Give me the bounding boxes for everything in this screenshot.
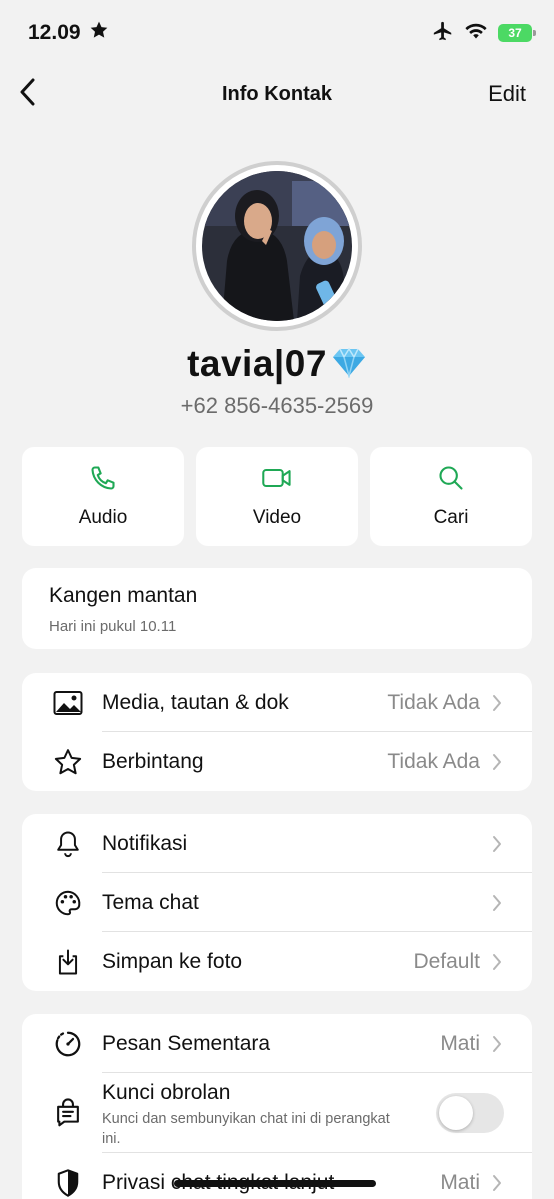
starred-row[interactable]: Berbintang Tidak Ada [22, 732, 532, 791]
nav-bar: Info Kontak Edit [0, 72, 554, 116]
video-icon [261, 464, 293, 497]
battery-level: 37 [508, 26, 522, 40]
row-value: Mati [440, 1170, 480, 1194]
row-label: Notifikasi [102, 831, 188, 855]
chevron-right-icon [490, 752, 504, 772]
row-value: Tidak Ada [387, 749, 480, 773]
contact-name: tavia|07 [187, 343, 327, 384]
privacy-section: Pesan Sementara Mati Kunci obrolan Kunci… [22, 1014, 532, 1199]
about-timestamp: Hari ini pukul 10.11 [49, 618, 177, 635]
row-label: Pesan Sementara [102, 1031, 271, 1055]
airplane-icon [432, 20, 454, 47]
about-text: Kangen mantan [49, 584, 198, 607]
row-value: Default [413, 949, 480, 973]
profile-photo [202, 171, 352, 321]
battery-indicator: 37 [498, 24, 536, 42]
settings-section: Notifikasi Tema chat Simpan ke foto Defa… [22, 814, 532, 991]
row-label: Simpan ke foto [102, 949, 243, 973]
diamond-icon [331, 346, 367, 383]
chevron-right-icon [490, 1034, 504, 1054]
media-links-docs-row[interactable]: Media, tautan & dok Tidak Ada [22, 673, 532, 732]
row-label: Kunci obrolan [102, 1081, 231, 1104]
lock-chat-icon [52, 1097, 84, 1129]
chat-theme-row[interactable]: Tema chat [22, 873, 532, 932]
advanced-privacy-row[interactable]: Privasi chat tingkat lanjut Mati [22, 1153, 532, 1199]
chevron-right-icon [490, 693, 504, 713]
star-outline-icon [52, 746, 84, 778]
chevron-right-icon [490, 1173, 504, 1193]
contact-phone: +62 856-4635-2569 [180, 393, 374, 418]
search-button[interactable]: Cari [370, 447, 532, 546]
media-section: Media, tautan & dok Tidak Ada Berbintang… [22, 673, 532, 791]
notifications-row[interactable]: Notifikasi [22, 814, 532, 873]
palette-icon [52, 887, 84, 919]
row-value: Mati [440, 1031, 480, 1055]
chat-lock-toggle[interactable] [436, 1093, 504, 1133]
image-icon [52, 687, 84, 719]
search-icon [437, 464, 465, 497]
chevron-right-icon [490, 893, 504, 913]
chevron-right-icon [490, 834, 504, 854]
star-icon [89, 20, 109, 46]
status-time: 12.09 [28, 21, 81, 44]
video-call-button[interactable]: Video [196, 447, 358, 546]
row-value: Tidak Ada [387, 690, 480, 714]
download-icon [52, 946, 84, 978]
shield-icon [52, 1167, 84, 1199]
about-card[interactable]: Kangen mantan Hari ini pukul 10.11 [22, 568, 532, 649]
chat-lock-row: Kunci obrolan Kunci dan sembunyikan chat… [22, 1073, 532, 1153]
video-label: Video [252, 507, 302, 528]
contact-info-screen: 12.09 37 Info Kontak Edit tavia|07 +62 8… [0, 0, 554, 1199]
row-label: Media, tautan & dok [102, 690, 289, 714]
contact-name-row: tavia|07 [0, 343, 554, 385]
disappearing-messages-row[interactable]: Pesan Sementara Mati [22, 1014, 532, 1073]
home-indicator [174, 1180, 376, 1187]
edit-button[interactable]: Edit [488, 81, 526, 107]
toggle-knob [439, 1096, 473, 1130]
audio-call-button[interactable]: Audio [22, 447, 184, 546]
status-bar: 12.09 37 [28, 18, 536, 48]
search-label: Cari [433, 507, 469, 528]
timer-icon [52, 1028, 84, 1060]
audio-label: Audio [78, 507, 128, 528]
avatar[interactable] [192, 161, 362, 331]
row-description: Kunci dan sembunyikan chat ini di perang… [102, 1111, 390, 1147]
phone-icon [89, 464, 117, 497]
chevron-right-icon [490, 952, 504, 972]
bell-icon [52, 828, 84, 860]
row-label: Berbintang [102, 749, 204, 773]
wifi-icon [464, 21, 488, 46]
save-to-photos-row[interactable]: Simpan ke foto Default [22, 932, 532, 991]
row-label: Tema chat [102, 890, 199, 914]
action-buttons: Audio Video Cari [22, 447, 532, 546]
page-title: Info Kontak [222, 83, 332, 105]
